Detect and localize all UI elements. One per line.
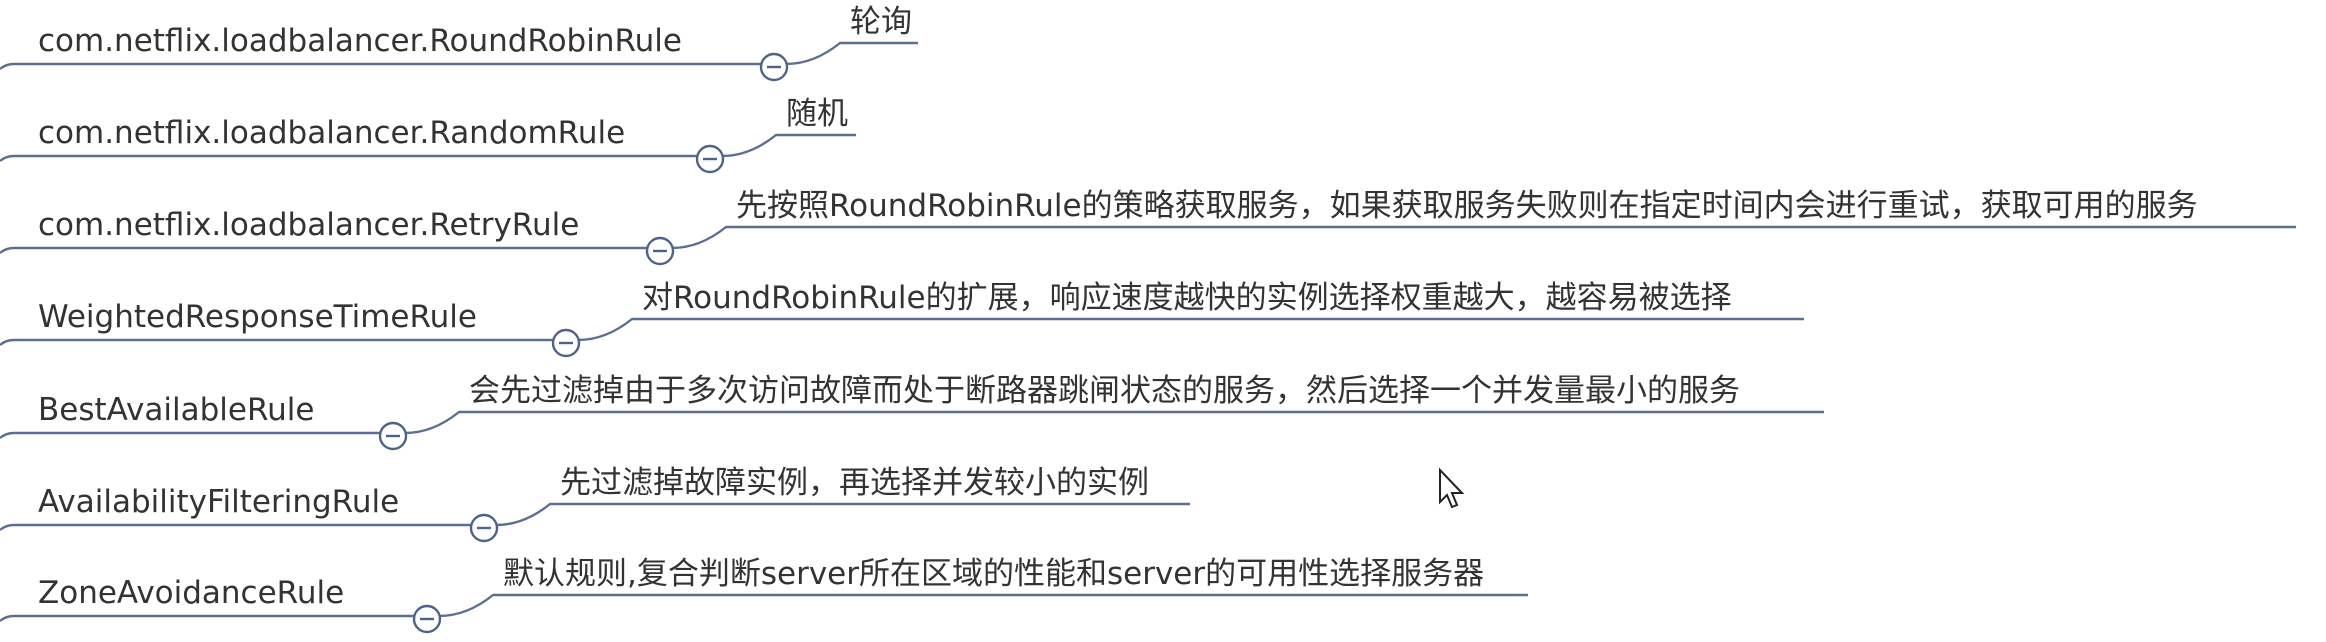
branch-label[interactable]: ZoneAvoidanceRule (38, 575, 344, 611)
branch-node: WeightedResponseTimeRule 对RoundRobinRule的… (0, 280, 1804, 358)
child-description[interactable]: 会先过滤掉由于多次访问故障而处于断路器跳闸状态的服务，然后选择一个并发量最小的服… (469, 373, 1740, 409)
child-description[interactable]: 先过滤掉故障实例，再选择并发较小的实例 (560, 465, 1149, 501)
mouse-pointer-icon (1439, 467, 1465, 509)
branch-connector (0, 62, 765, 70)
child-connector (404, 410, 1824, 435)
child-description[interactable]: 轮询 (850, 4, 912, 40)
branch-label[interactable]: BestAvailableRule (38, 392, 314, 428)
branch-node: AvailabilityFilteringRule 先过滤掉故障实例，再选择并发较… (0, 465, 1190, 543)
branch-node: com.netflix.loadbalancer.RandomRule 随机 (0, 96, 856, 174)
minus-circle-icon[interactable] (412, 604, 442, 634)
branch-node: com.netflix.loadbalancer.RetryRule 先按照Rou… (0, 188, 2296, 266)
branch-label[interactable]: WeightedResponseTimeRule (38, 299, 477, 335)
branch-connector (0, 431, 383, 439)
branch-connector (0, 614, 417, 622)
mindmap-canvas: com.netflix.loadbalancer.RoundRobinRule 轮… (0, 4, 2296, 634)
branch-node: BestAvailableRule 会先过滤掉由于多次访问故障而处于断路器跳闸状态… (0, 373, 1824, 451)
branch-label[interactable]: AvailabilityFilteringRule (38, 484, 399, 520)
branch-connector (0, 154, 700, 162)
child-connector (721, 133, 856, 158)
minus-circle-icon[interactable] (759, 52, 789, 82)
branch-node: ZoneAvoidanceRule 默认规则,复合判断server所在区域的性能和… (0, 556, 1528, 634)
branch-label[interactable]: com.netflix.loadbalancer.RetryRule (38, 207, 579, 243)
child-connector (785, 41, 918, 66)
child-connector (577, 317, 1804, 342)
child-description[interactable]: 先按照RoundRobinRule的策略获取服务，如果获取服务失败则在指定时间内… (736, 188, 2198, 224)
minus-circle-icon[interactable] (469, 513, 499, 543)
minus-circle-icon[interactable] (378, 421, 408, 451)
branches-layer: com.netflix.loadbalancer.RoundRobinRule 轮… (0, 4, 2296, 634)
child-description[interactable]: 随机 (786, 96, 848, 132)
branch-label[interactable]: com.netflix.loadbalancer.RandomRule (38, 115, 625, 151)
branch-connector (0, 338, 557, 346)
child-description[interactable]: 对RoundRobinRule的扩展，响应速度越快的实例选择权重越大，越容易被选… (642, 280, 1732, 316)
minus-circle-icon[interactable] (645, 236, 675, 266)
branch-label[interactable]: com.netflix.loadbalancer.RoundRobinRule (38, 23, 682, 59)
branch-connector (0, 246, 650, 254)
child-description[interactable]: 默认规则,复合判断server所在区域的性能和server的可用性选择服务器 (503, 556, 1484, 592)
child-connector (438, 593, 1528, 618)
child-connector (671, 225, 2296, 250)
child-connector (495, 502, 1190, 527)
minus-circle-icon[interactable] (695, 144, 725, 174)
minus-circle-icon[interactable] (551, 328, 581, 358)
branch-connector (0, 523, 474, 531)
branch-node: com.netflix.loadbalancer.RoundRobinRule 轮… (0, 4, 918, 82)
